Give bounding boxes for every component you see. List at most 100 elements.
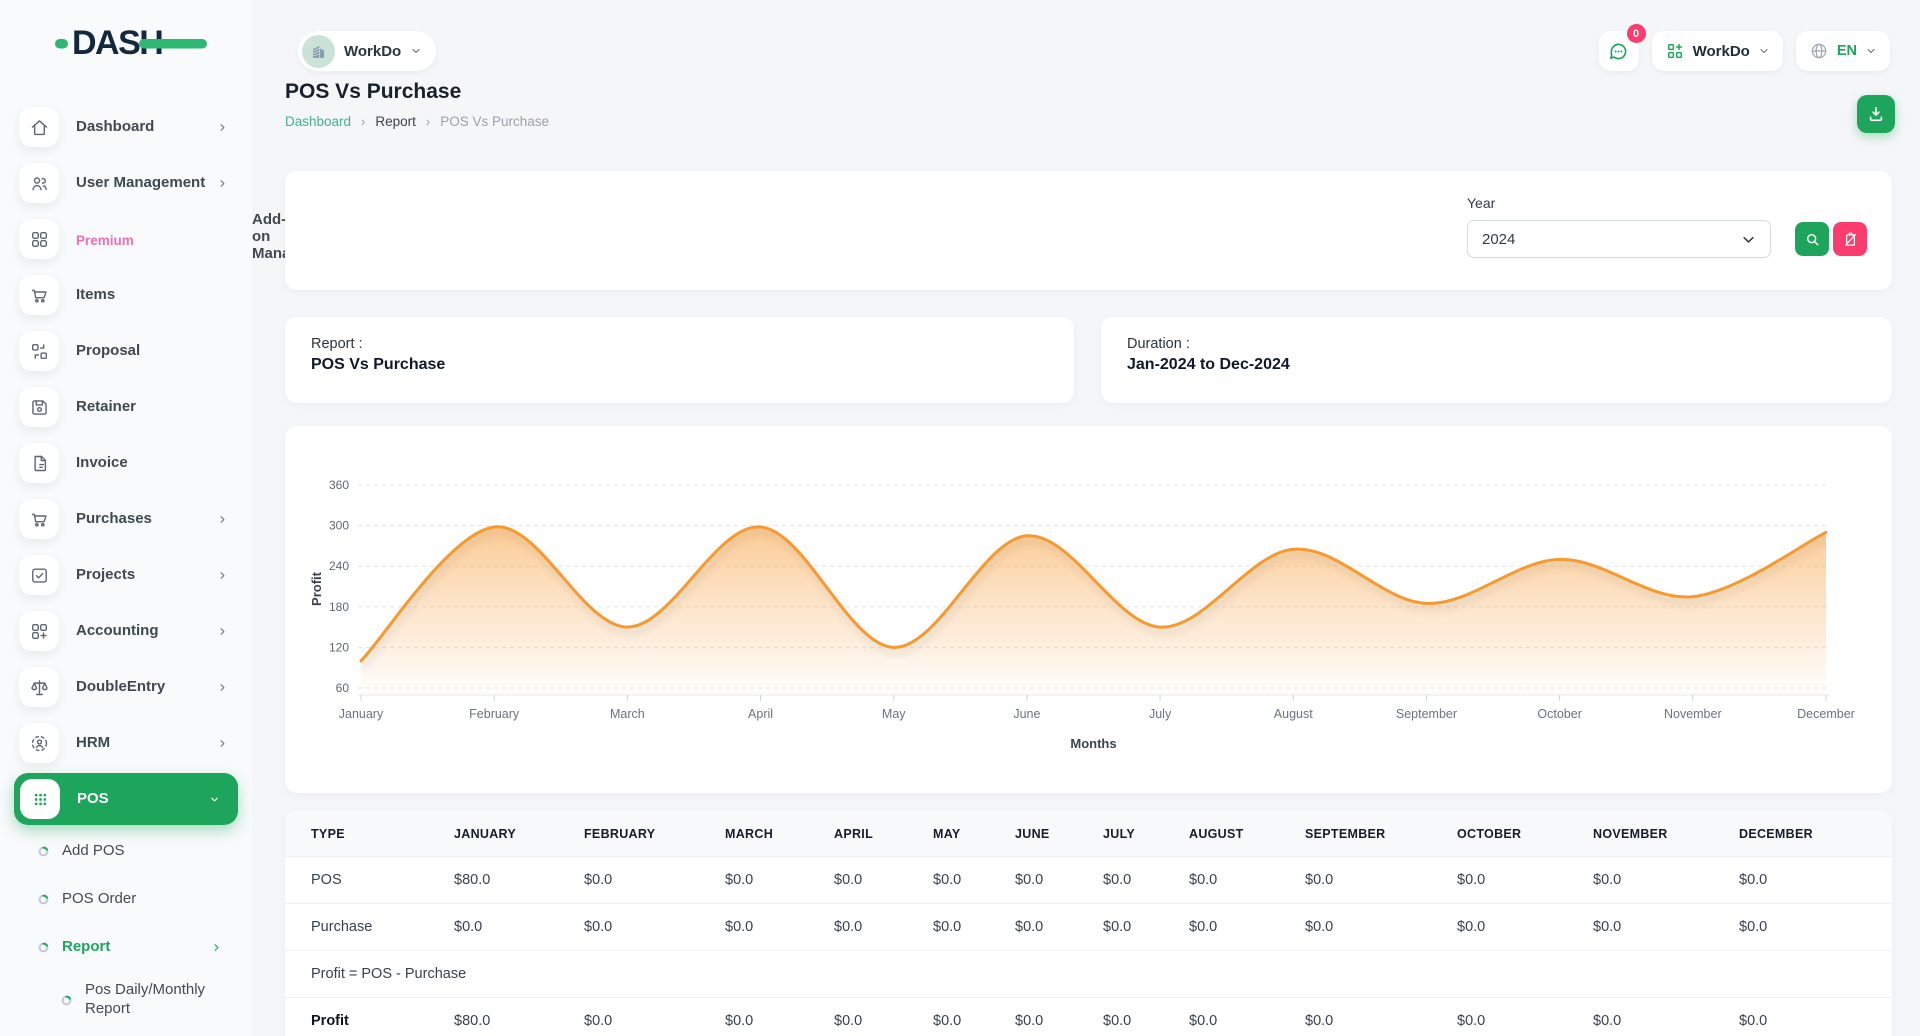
svg-text:December: December: [1797, 707, 1855, 721]
users-icon: [19, 163, 59, 203]
table-cell-value: $0.0: [1189, 857, 1305, 904]
year-select[interactable]: 2024: [1467, 220, 1771, 258]
chevron-right-icon: [217, 682, 228, 693]
building-avatar-icon: [302, 35, 335, 68]
table-cell-value: $0.0: [1103, 998, 1189, 1036]
chart-card: 60120180240300360JanuaryFebruaryMarchApr…: [285, 426, 1892, 793]
table-header-row: TYPEJANUARYFEBRUARYMARCHAPRILMAYJUNEJULY…: [285, 810, 1892, 857]
page-title: POS Vs Purchase: [285, 80, 461, 104]
table-cell-value: $0.0: [725, 998, 834, 1036]
table-cell-value: $0.0: [584, 904, 725, 951]
dash-logo-icon: DASH: [55, 20, 210, 64]
document-icon: [19, 443, 59, 483]
table-header-september: SEPTEMBER: [1305, 810, 1457, 857]
sidebar-item-doubleentry[interactable]: DoubleEntry: [0, 659, 252, 715]
sidebar-item-label: POS: [77, 790, 109, 808]
table-header-july: JULY: [1103, 810, 1189, 857]
table-cell-value: $0.0: [1189, 998, 1305, 1036]
addons-grid-icon: [19, 219, 59, 259]
sidebar-item-add-on-manager[interactable]: Add-on ManagerPremium: [0, 211, 252, 267]
year-filter-label: Year: [1467, 195, 1867, 211]
messages-badge: 0: [1627, 24, 1646, 43]
chevron-down-icon: [1741, 232, 1756, 247]
chevron-right-icon: [217, 570, 228, 581]
svg-text:September: September: [1396, 707, 1457, 721]
table-cell-value: $0.0: [1457, 998, 1593, 1036]
svg-text:October: October: [1537, 707, 1581, 721]
sidebar-item-label: DoubleEntry: [76, 678, 165, 696]
sidebar-item-label: Projects: [76, 566, 135, 584]
bullet-icon: [37, 845, 50, 858]
sidebar-item-projects[interactable]: Projects: [0, 547, 252, 603]
sidebar-item-hrm[interactable]: HRM: [0, 715, 252, 771]
table-row-purchase: Purchase$0.0$0.0$0.0$0.0$0.0$0.0$0.0$0.0…: [285, 904, 1892, 951]
sidebar-subitem-add-pos[interactable]: Add POS: [0, 827, 252, 875]
chat-icon: [1607, 40, 1630, 63]
table-cell-value: $80.0: [454, 857, 584, 904]
table-cell-type: Purchase: [285, 904, 454, 951]
report-value: POS Vs Purchase: [311, 356, 1048, 374]
sidebar-item-purchases[interactable]: Purchases: [0, 491, 252, 547]
table-header-february: FEBRUARY: [584, 810, 725, 857]
bullet-icon: [37, 941, 50, 954]
sidebar-subitem-pos-daily-monthly-report[interactable]: Pos Daily/Monthly Report: [0, 971, 252, 1029]
sidebar-item-retainer[interactable]: Retainer: [0, 379, 252, 435]
table-cell-value: $0.0: [1739, 904, 1892, 951]
svg-text:120: 120: [329, 640, 349, 654]
sidebar-item-pos[interactable]: POS: [14, 773, 238, 825]
table-cell-value: $0.0: [834, 998, 933, 1036]
dash-logo[interactable]: DASH: [55, 20, 210, 69]
home-icon: [19, 107, 59, 147]
table-header-october: OCTOBER: [1457, 810, 1593, 857]
sidebar-item-label: User Management: [76, 174, 205, 192]
table-cell-value: $0.0: [933, 857, 1015, 904]
table-cell-value: $0.0: [1593, 904, 1739, 951]
table-cell-value: $0.0: [1457, 857, 1593, 904]
report-info-card: Report : POS Vs Purchase: [285, 317, 1074, 403]
cart-icon: [19, 499, 59, 539]
breadcrumb-dashboard[interactable]: Dashboard: [285, 114, 351, 129]
language-selector[interactable]: EN: [1796, 31, 1890, 71]
duration-label: Duration :: [1127, 336, 1866, 352]
apply-filter-button[interactable]: [1795, 222, 1829, 256]
sidebar-item-accounting[interactable]: Accounting: [0, 603, 252, 659]
table-header-january: JANUARY: [454, 810, 584, 857]
sidebar-subitem-report[interactable]: Report: [0, 923, 252, 971]
svg-text:August: August: [1274, 707, 1313, 721]
table-cell-type: Profit: [285, 998, 454, 1036]
chevron-right-icon: [217, 122, 228, 133]
apps-plus-icon: [1665, 41, 1685, 61]
download-button[interactable]: [1857, 95, 1895, 133]
sidebar-item-dashboard[interactable]: Dashboard: [0, 99, 252, 155]
year-select-value: 2024: [1482, 231, 1515, 248]
check-square-icon: [19, 555, 59, 595]
sidebar-item-label: Proposal: [76, 342, 140, 360]
topbar-actions: 0 WorkDo EN: [1599, 31, 1890, 71]
sidebar-subitem-pos-order[interactable]: POS Order: [0, 875, 252, 923]
sidebar-item-proposal[interactable]: Proposal: [0, 323, 252, 379]
table-header-november: NOVEMBER: [1593, 810, 1739, 857]
sidebar-nav: Dashboard User Management Add-on ManagerPr…: [0, 99, 252, 1029]
breadcrumb-report[interactable]: Report: [375, 114, 416, 129]
sidebar-item-label: Invoice: [76, 454, 128, 472]
svg-text:240: 240: [329, 559, 349, 573]
messages-button[interactable]: 0: [1599, 31, 1639, 71]
app-menu-button[interactable]: WorkDo: [1652, 31, 1783, 71]
table-cell-value: $0.0: [1305, 904, 1457, 951]
svg-text:June: June: [1013, 707, 1040, 721]
bullet-icon: [37, 893, 50, 906]
sidebar-item-label: Items: [76, 286, 115, 304]
sidebar-item-items[interactable]: Items: [0, 267, 252, 323]
table-header-march: MARCH: [725, 810, 834, 857]
sidebar-subitem-label: POS Order: [62, 890, 136, 909]
reset-filter-button[interactable]: [1833, 222, 1867, 256]
breadcrumb-separator: ›: [426, 114, 430, 129]
duration-value: Jan-2024 to Dec-2024: [1127, 356, 1866, 374]
table-header-april: APRIL: [834, 810, 933, 857]
sidebar-item-user-management[interactable]: User Management: [0, 155, 252, 211]
sidebar-item-invoice[interactable]: Invoice: [0, 435, 252, 491]
svg-text:July: July: [1149, 707, 1172, 721]
workspace-switcher[interactable]: WorkDo: [298, 31, 436, 71]
breadcrumb-current: POS Vs Purchase: [440, 114, 549, 129]
sidebar: DASH Dashboard User Management Add-on Mana…: [0, 0, 252, 1036]
